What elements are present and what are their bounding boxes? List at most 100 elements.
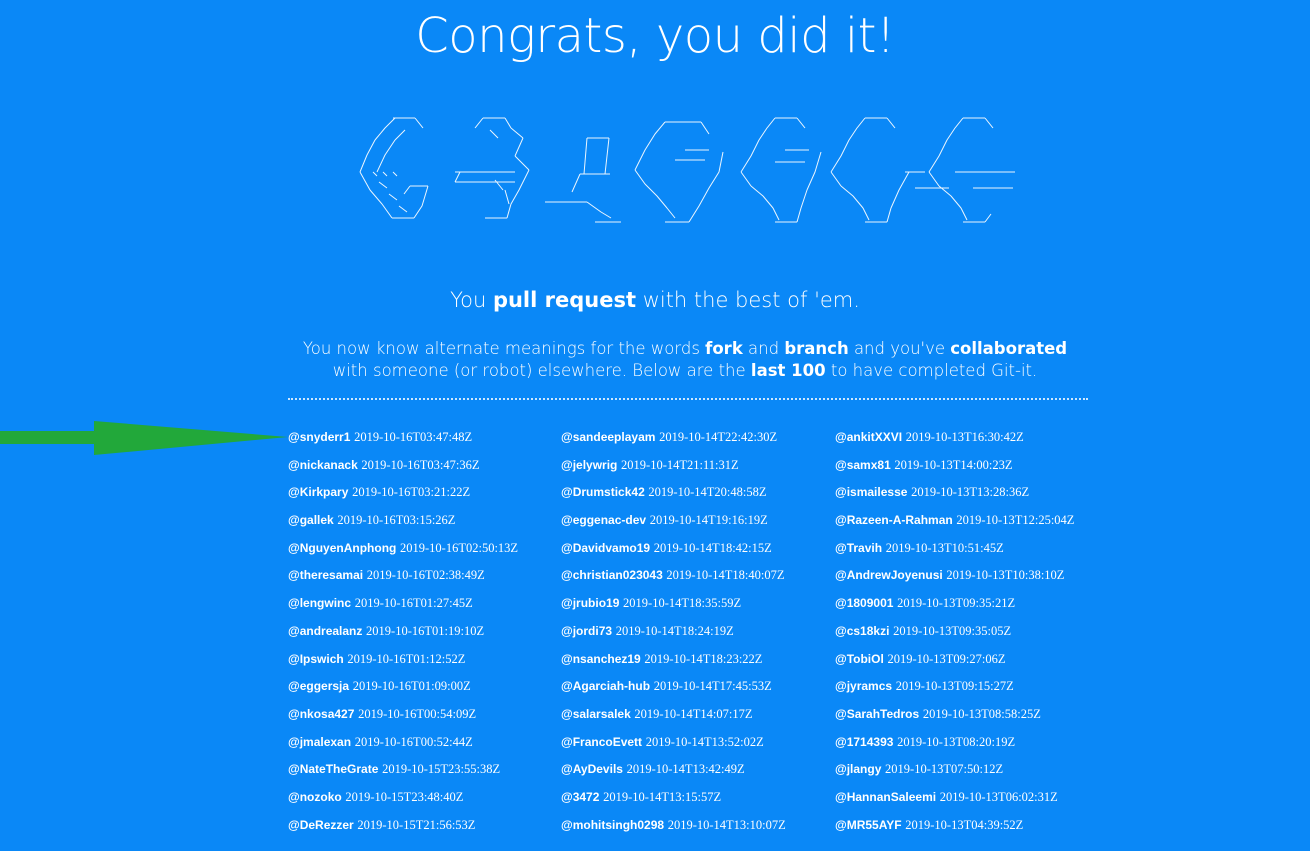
completion-date: 2019-10-14T18:24:19Z [615, 623, 734, 638]
user-link[interactable]: @nsanchez19 [561, 652, 641, 666]
completion-date: 2019-10-13T12:25:04Z [956, 513, 1075, 528]
user-link[interactable]: @christian023043 [561, 568, 663, 582]
list-item: @salarsalek 2019-10-14T14:07:17Z [561, 707, 833, 735]
user-link[interactable]: @nozoko [288, 790, 342, 804]
user-link[interactable]: @nickanack [288, 458, 358, 472]
completion-date: 2019-10-16T00:54:09Z [358, 706, 477, 721]
user-link[interactable]: @3472 [561, 790, 599, 804]
user-link[interactable]: @MR55AYF [835, 818, 902, 832]
list-item: @Agarciah-hub 2019-10-14T17:45:53Z [561, 679, 833, 707]
page-title: Congrats, you did it! [415, 8, 895, 64]
list-item: @andrealanz 2019-10-16T01:19:10Z [288, 624, 560, 652]
user-link[interactable]: @FrancoEvett [561, 735, 642, 749]
completion-date: 2019-10-16T02:50:13Z [400, 540, 519, 555]
list-item: @ismailesse 2019-10-13T13:28:36Z [835, 485, 1107, 513]
user-link[interactable]: @SarahTedros [835, 707, 919, 721]
list-item: @eggersja 2019-10-16T01:09:00Z [288, 679, 560, 707]
user-link[interactable]: @lengwinc [288, 596, 351, 610]
user-link[interactable]: @snyderr1 [288, 430, 350, 444]
list-item: @lengwinc 2019-10-16T01:27:45Z [288, 596, 560, 624]
completion-date: 2019-10-13T08:58:25Z [922, 706, 1041, 721]
user-link[interactable]: @Razeen-A-Rahman [835, 513, 953, 527]
list-item: @snyderr1 2019-10-16T03:47:48Z [288, 430, 560, 458]
user-link[interactable]: @NguyenAnphong [288, 541, 396, 555]
user-link[interactable]: @ismailesse [835, 485, 907, 499]
user-link[interactable]: @jmalexan [288, 735, 351, 749]
list-item: @nkosa427 2019-10-16T00:54:09Z [288, 707, 560, 735]
user-link[interactable]: @jlangy [835, 762, 881, 776]
completion-date: 2019-10-16T00:52:44Z [354, 734, 473, 749]
user-link[interactable]: @nkosa427 [288, 707, 354, 721]
user-link[interactable]: @salarsalek [561, 707, 631, 721]
completion-date: 2019-10-16T03:15:26Z [337, 513, 456, 528]
completion-date: 2019-10-14T13:10:07Z [667, 817, 786, 832]
completion-date: 2019-10-14T18:42:15Z [653, 540, 772, 555]
user-link[interactable]: @AyDevils [561, 762, 623, 776]
user-link[interactable]: @mohitsingh0298 [561, 818, 664, 832]
user-link[interactable]: @Drumstick42 [561, 485, 645, 499]
user-link[interactable]: @theresamai [288, 568, 363, 582]
list-item: @mohitsingh0298 2019-10-14T13:10:07Z [561, 818, 833, 846]
user-link[interactable]: @samx81 [835, 458, 891, 472]
desc-text: You now know alternate meanings for the … [302, 339, 706, 358]
list-item: @jlangy 2019-10-13T07:50:12Z [835, 762, 1107, 790]
list-item: @3472 2019-10-14T13:15:57Z [561, 790, 833, 818]
user-link[interactable]: @jordi73 [561, 624, 612, 638]
user-link[interactable]: @DeRezzer [288, 818, 354, 832]
user-link[interactable]: @HannanSaleemi [835, 790, 936, 804]
completion-date: 2019-10-16T03:47:36Z [361, 457, 480, 472]
user-link[interactable]: @TobiOl [835, 652, 884, 666]
user-link[interactable]: @jelywrig [561, 458, 617, 472]
user-link[interactable]: @gallek [288, 513, 334, 527]
user-link[interactable]: @1809001 [835, 596, 893, 610]
completion-date: 2019-10-13T09:35:05Z [893, 623, 1012, 638]
completion-date: 2019-10-13T13:28:36Z [911, 485, 1030, 500]
completion-date: 2019-10-14T13:52:02Z [645, 734, 764, 749]
user-link[interactable]: @AndrewJoyenusi [835, 568, 943, 582]
desc-bold: branch [784, 339, 849, 358]
completion-date: 2019-10-14T18:23:22Z [644, 651, 763, 666]
user-link[interactable]: @Davidvamo19 [561, 541, 650, 555]
user-link[interactable]: @Agarciah-hub [561, 679, 650, 693]
completion-date: 2019-10-13T09:35:21Z [897, 596, 1016, 611]
user-link[interactable]: @jrubio19 [561, 596, 619, 610]
list-item: @DeRezzer 2019-10-15T21:56:53Z [288, 818, 560, 846]
completers-column-2: @sandeeplayam 2019-10-14T22:42:30Z @jelyw… [561, 430, 833, 845]
ascii-letter-t-2 [830, 117, 949, 223]
completion-date: 2019-10-13T07:50:12Z [885, 762, 1004, 777]
list-item: @Ipswich 2019-10-16T01:12:52Z [288, 652, 560, 680]
completion-date: 2019-10-13T14:00:23Z [894, 457, 1013, 472]
completion-date: 2019-10-15T23:55:38Z [382, 762, 501, 777]
desc-text: with someone (or robot) elsewhere. Below… [332, 361, 751, 380]
completion-date: 2019-10-13T04:39:52Z [905, 817, 1024, 832]
list-item: @NateTheGrate 2019-10-15T23:55:38Z [288, 762, 560, 790]
list-item: @FrancoEvett 2019-10-14T13:52:02Z [561, 735, 833, 763]
user-link[interactable]: @sandeeplayam [561, 430, 655, 444]
user-link[interactable]: @NateTheGrate [288, 762, 378, 776]
list-item: @Drumstick42 2019-10-14T20:48:58Z [561, 485, 833, 513]
tagline-pre: You [450, 288, 493, 312]
completion-date: 2019-10-13T16:30:42Z [905, 430, 1024, 444]
list-item: @Kirkpary 2019-10-16T03:21:22Z [288, 485, 560, 513]
completion-date: 2019-10-13T08:20:19Z [897, 734, 1016, 749]
user-link[interactable]: @Kirkpary [288, 485, 348, 499]
ascii-letter-t [545, 137, 621, 223]
user-link[interactable]: @Travih [835, 541, 882, 555]
list-item: @jmalexan 2019-10-16T00:52:44Z [288, 735, 560, 763]
completion-date: 2019-10-13T10:38:10Z [946, 568, 1065, 583]
completion-date: 2019-10-15T23:48:40Z [345, 789, 464, 804]
user-link[interactable]: @andrealanz [288, 624, 362, 638]
completers-column-3: @ankitXXVI 2019-10-13T16:30:42Z @samx81 2… [835, 430, 1107, 845]
completion-date: 2019-10-16T01:12:52Z [347, 651, 466, 666]
desc-bold: fork [705, 339, 743, 358]
completion-date: 2019-10-16T01:09:00Z [352, 679, 471, 694]
user-link[interactable]: @eggersja [288, 679, 349, 693]
user-link[interactable]: @1714393 [835, 735, 893, 749]
user-link[interactable]: @cs18kzi [835, 624, 889, 638]
user-link[interactable]: @eggenac-dev [561, 513, 646, 527]
list-item: @theresamai 2019-10-16T02:38:49Z [288, 568, 560, 596]
user-link[interactable]: @ankitXXVI [835, 430, 902, 444]
user-link[interactable]: @Ipswich [288, 652, 344, 666]
completion-date: 2019-10-16T03:21:22Z [352, 485, 471, 500]
user-link[interactable]: @jyramcs [835, 679, 892, 693]
